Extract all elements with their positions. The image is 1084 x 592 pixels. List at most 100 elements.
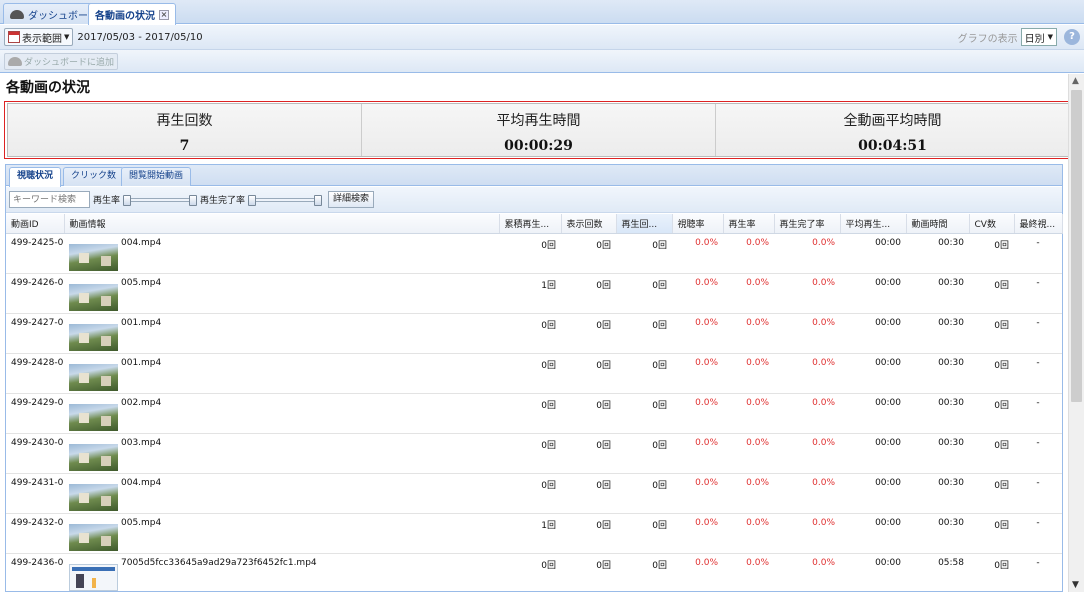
display-range-button[interactable]: 表示範囲 ▼ [4,28,74,46]
slider-handle-max[interactable] [189,194,198,206]
table-row[interactable]: 499-2436-0 7005d5fcc33645a9ad29a723f6452f… [6,553,1062,592]
video-id: 499-2430-0 [6,433,64,474]
video-thumbnail[interactable] [69,243,118,271]
cell-complete-rate: 0.0% [774,353,840,394]
cell-complete-rate: 0.0% [774,393,840,434]
tab-video-status[interactable]: 各動画の状況 × [88,3,176,25]
slider-handle-min[interactable] [123,194,132,206]
cell-complete-rate: 0.0% [774,473,840,514]
tab-click-count[interactable]: クリック数 [63,167,125,186]
table-row[interactable]: 499-2430-0 003.mp4 0回 0回 0回 0.0% 0.0% 0.0% 00:00… [6,433,1062,474]
slider-handle-min[interactable] [248,194,257,206]
video-thumbnail[interactable] [69,283,118,311]
table-row[interactable]: 499-2428-0 001.mp4 0回 0回 0回 0.0% 0.0% 0.0% 00:00… [6,353,1062,394]
video-info: 001.mp4 [64,313,499,354]
page-title: 各動画の状況 [6,80,90,96]
cell-plays: 0回 [616,473,672,514]
cell-cv: 0回 [969,513,1014,554]
scroll-up-icon[interactable]: ▲ [1072,76,1079,86]
table-row[interactable]: 499-2431-0 004.mp4 0回 0回 0回 0.0% 0.0% 0.0% 00:00… [6,473,1062,514]
cell-views: 0回 [561,433,616,474]
video-info: 004.mp4 [64,473,499,514]
tab-viewing-status[interactable]: 視聴状況 [9,167,62,187]
cell-cum: 0回 [499,393,561,434]
cell-plays: 0回 [616,513,672,554]
video-thumbnail[interactable] [69,483,118,511]
slider-handle-max[interactable] [314,194,323,206]
tab-first-viewed-video[interactable]: 閲覧開始動画 [121,167,192,186]
cell-duration: 00:30 [906,233,969,274]
cell-cv: 0回 [969,473,1014,514]
cell-play-rate: 0.0% [723,313,774,354]
column-header[interactable]: 再生完了率 [774,214,841,234]
video-thumbnail[interactable] [69,523,118,551]
completion-rate-slider[interactable] [248,194,323,206]
column-header[interactable]: 動画情報 [64,214,500,234]
cell-play-rate: 0.0% [723,233,774,274]
detail-search-button[interactable]: 詳細検索 [328,191,375,208]
column-header[interactable]: 最終視... [1014,214,1063,234]
video-thumbnail[interactable] [69,563,118,591]
summary-all-video-avg-time: 全動画平均時間 00:04:51 [716,104,1069,156]
video-thumbnail[interactable] [69,403,118,431]
video-info: 001.mp4 [64,353,499,394]
completion-rate-label: 再生完了率 [200,196,246,206]
video-file-name: 002.mp4 [121,397,162,408]
cell-plays: 0回 [616,433,672,474]
cell-last: - [1014,313,1062,354]
cell-play-rate: 0.0% [723,273,774,314]
page-scrollbar[interactable]: ▲ ▼ [1068,74,1084,592]
scrollbar-thumb[interactable] [1071,90,1082,402]
cell-avg: 00:00 [840,553,906,592]
dashboard-toolbar: ダッシュボードに追加 [0,50,1084,73]
video-thumbnail[interactable] [69,363,118,391]
video-thumbnail[interactable] [69,443,118,471]
cell-cum: 0回 [499,553,561,592]
cell-play-rate: 0.0% [723,513,774,554]
column-header[interactable]: 平均再生... [840,214,907,234]
cell-watch-rate: 0.0% [672,553,723,592]
video-id: 499-2425-0 [6,233,64,274]
video-id: 499-2432-0 [6,513,64,554]
table-row[interactable]: 499-2427-0 001.mp4 0回 0回 0回 0.0% 0.0% 0.0% 00:00… [6,313,1062,354]
table-row[interactable]: 499-2426-0 005.mp4 1回 0回 0回 0.0% 0.0% 0.0% 00:00… [6,273,1062,314]
cell-play-rate: 0.0% [723,393,774,434]
add-to-dashboard-button[interactable]: ダッシュボードに追加 [4,52,119,70]
column-header[interactable]: 再生回... [616,214,673,234]
cell-cum: 0回 [499,233,561,274]
column-header[interactable]: CV数 [969,214,1015,234]
column-header[interactable]: 表示回数 [561,214,617,234]
close-icon[interactable]: × [159,9,169,20]
cell-plays: 0回 [616,353,672,394]
help-icon[interactable]: ? [1064,29,1080,45]
video-table-panel: 視聴状況 クリック数 閲覧開始動画 再生率 再生完了率 詳細検索 動画ID動画情… [5,164,1063,592]
video-table: 動画ID 動画情報 累積再生... 表示回数 再生回... 視聴率 再生率 再生完了率 平均再生… [6,214,1063,592]
cell-cv: 0回 [969,433,1014,474]
video-file-name: 004.mp4 [121,477,162,488]
cell-cv: 0回 [969,273,1014,314]
play-rate-slider[interactable] [123,194,198,206]
cell-watch-rate: 0.0% [672,433,723,474]
column-header[interactable]: 再生率 [723,214,775,234]
column-header[interactable]: 動画ID [6,214,65,234]
keyword-search-input[interactable] [9,191,90,208]
video-info: 004.mp4 [64,233,499,274]
table-row[interactable]: 499-2429-0 002.mp4 0回 0回 0回 0.0% 0.0% 0.0% 00:00… [6,393,1062,434]
column-header[interactable]: 累積再生... [499,214,562,234]
table-row[interactable]: 499-2432-0 005.mp4 1回 0回 0回 0.0% 0.0% 0.0% 00:00… [6,513,1062,554]
column-header[interactable]: 視聴率 [672,214,724,234]
graph-period-select[interactable]: 日別 ▼ [1020,28,1057,46]
scroll-down-icon[interactable]: ▼ [1072,580,1079,590]
cell-avg: 00:00 [840,313,906,354]
cell-duration: 00:30 [906,313,969,354]
video-info: 002.mp4 [64,393,499,434]
cell-watch-rate: 0.0% [672,393,723,434]
cell-play-rate: 0.0% [723,553,774,592]
cell-last: - [1014,393,1062,434]
top-tab-strip: ダッシュボード 各動画の状況 × [0,0,1084,25]
video-thumbnail[interactable] [69,323,118,351]
column-header[interactable]: 動画時間 [906,214,970,234]
summary-label: 再生回数 [156,113,213,129]
cell-last: - [1014,433,1062,474]
table-row[interactable]: 499-2425-0 004.mp4 0回 0回 0回 0.0% 0.0% 0.0% 00:00… [6,233,1062,274]
